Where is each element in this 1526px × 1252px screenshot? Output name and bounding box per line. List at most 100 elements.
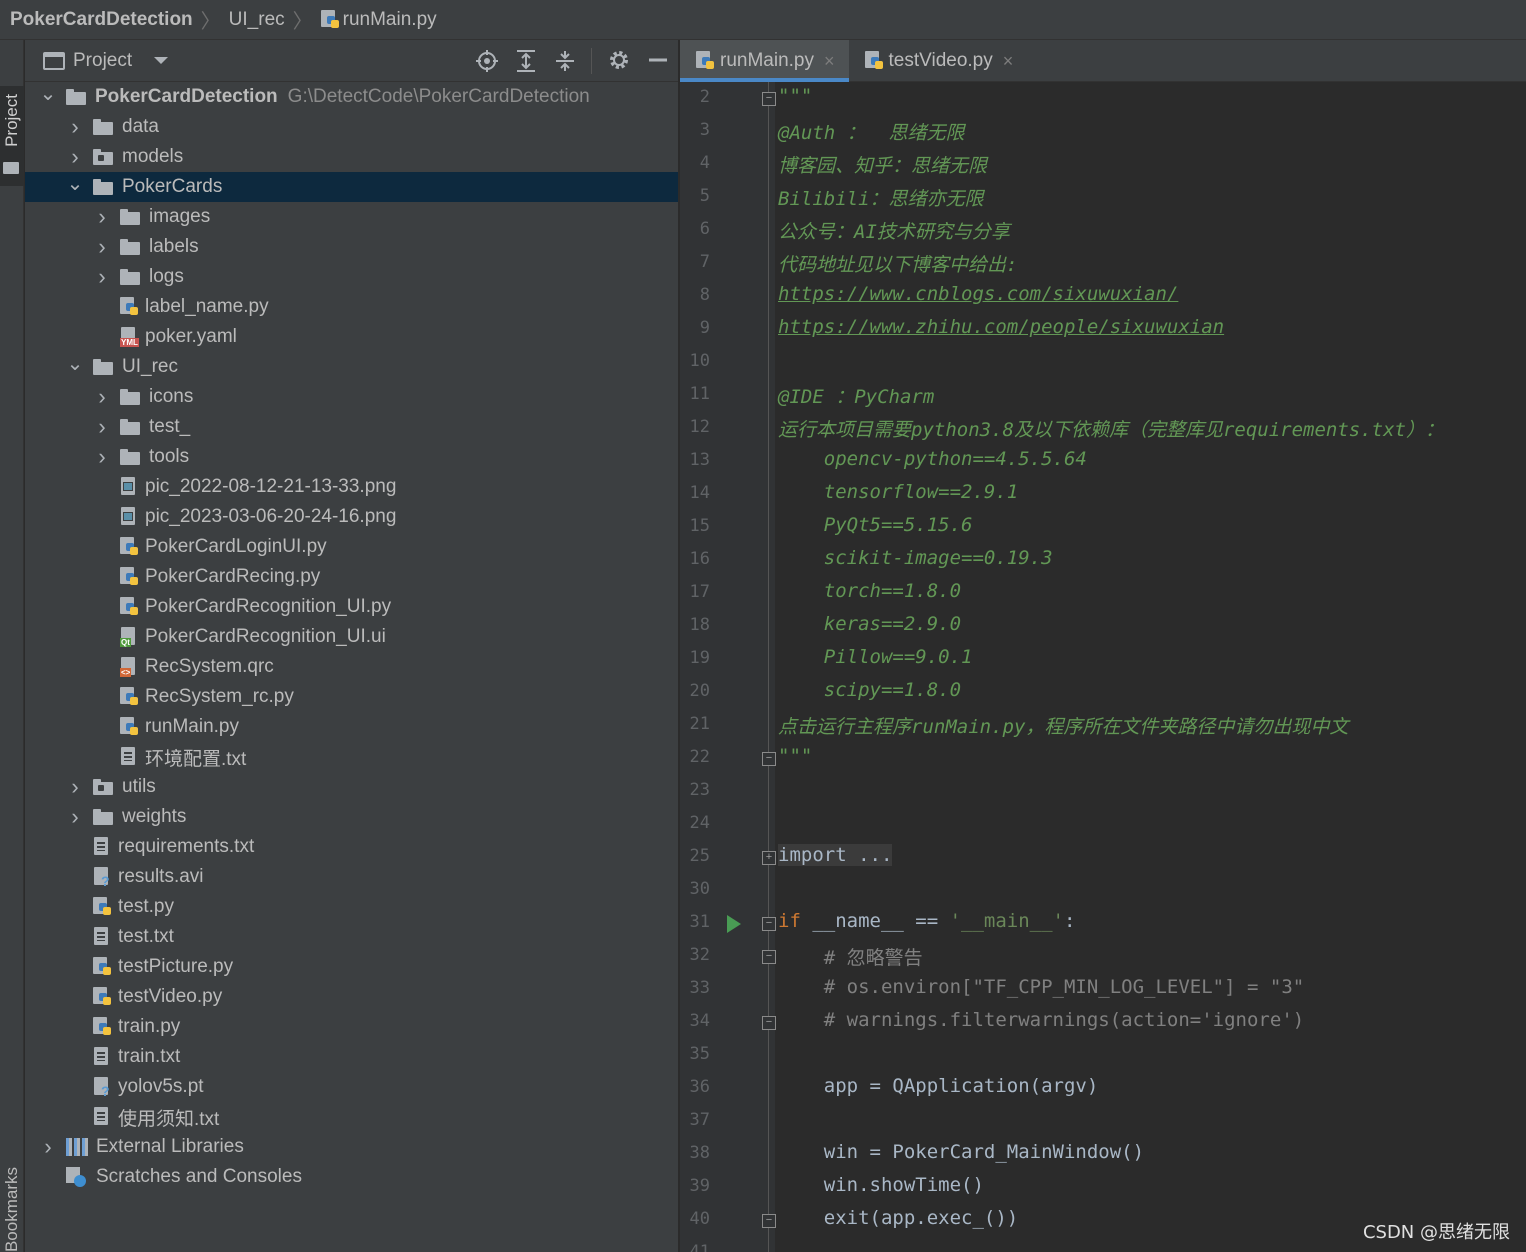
code-text: # os.environ["TF_CPP_MIN_LOG_LEVEL"] = "… bbox=[778, 976, 1304, 998]
chevron-right-icon[interactable]: › bbox=[94, 204, 110, 229]
fold-expand-icon[interactable]: + bbox=[762, 851, 776, 865]
tree-item-label: UI_rec bbox=[122, 356, 178, 377]
tree-row[interactable]: ›train.py bbox=[25, 1012, 678, 1042]
code-line: 15 PyQt5==5.15.6 bbox=[680, 511, 1526, 544]
breadcrumb-file[interactable]: runMain.py bbox=[320, 8, 437, 31]
project-tool-button[interactable]: Project bbox=[0, 86, 24, 186]
chevron-right-icon[interactable]: › bbox=[94, 234, 110, 259]
code-editor[interactable]: 2− """ 3 @Auth ： 思绪无限 4 博客园、知乎：思绪无限 5 Bilibili：… bbox=[680, 82, 1526, 1252]
tree-row[interactable]: › data bbox=[25, 112, 678, 142]
code-line: 19 Pillow==9.0.1 bbox=[680, 643, 1526, 676]
chevron-down-icon[interactable]: ⌄ bbox=[67, 173, 84, 195]
tree-row[interactable]: ›PokerCardRecognition_UI.py bbox=[25, 592, 678, 622]
tree-row[interactable]: ›test.txt bbox=[25, 922, 678, 952]
editor-tab[interactable]: runMain.py × bbox=[680, 40, 849, 82]
tree-row[interactable]: ›train.txt bbox=[25, 1042, 678, 1072]
qt-ui-file-icon: Qt bbox=[120, 627, 136, 647]
tree-row[interactable]: › images bbox=[25, 202, 678, 232]
close-icon[interactable]: × bbox=[1003, 51, 1014, 72]
project-view-selector[interactable]: Project bbox=[73, 50, 132, 72]
fold-collapse-icon[interactable]: − bbox=[762, 1016, 776, 1030]
tree-row[interactable]: ›PokerCardLoginUI.py bbox=[25, 532, 678, 562]
tree-row[interactable]: › labels bbox=[25, 232, 678, 262]
expand-all-icon[interactable] bbox=[513, 49, 538, 74]
tree-row[interactable]: ›QtPokerCardRecognition_UI.ui bbox=[25, 622, 678, 652]
tree-row[interactable]: › External Libraries bbox=[25, 1132, 678, 1162]
tree-row[interactable]: › logs bbox=[25, 262, 678, 292]
line-number: 10 bbox=[689, 351, 710, 371]
tree-row[interactable]: ›testVideo.py bbox=[25, 982, 678, 1012]
fold-collapse-icon[interactable]: − bbox=[762, 752, 776, 766]
tree-row[interactable]: ›pic_2022-08-12-21-13-33.png bbox=[25, 472, 678, 502]
tree-row[interactable]: ⌄ PokerCardDetection G:\DetectCode\PokerCa… bbox=[25, 82, 678, 112]
folder-icon bbox=[120, 389, 140, 405]
tree-row[interactable]: ›runMain.py bbox=[25, 712, 678, 742]
breadcrumb-project[interactable]: PokerCardDetection bbox=[10, 9, 193, 31]
tree-row[interactable]: › weights bbox=[25, 802, 678, 832]
chevron-right-icon[interactable]: › bbox=[67, 144, 83, 169]
tree-row[interactable]: ›pic_2023-03-06-20-24-16.png bbox=[25, 502, 678, 532]
line-number: 8 bbox=[699, 285, 710, 305]
tree-row[interactable]: › test_ bbox=[25, 412, 678, 442]
chevron-right-icon[interactable]: › bbox=[40, 1134, 56, 1159]
bookmarks-tool-button[interactable]: Bookmarks bbox=[2, 1167, 22, 1252]
tree-row[interactable]: ›RecSystem_rc.py bbox=[25, 682, 678, 712]
code-line: 21 点击运行主程序runMain.py，程序所在文件夹路径中请勿出现中文 bbox=[680, 709, 1526, 742]
tree-row[interactable]: ›testPicture.py bbox=[25, 952, 678, 982]
code-token: exit(app.exec_()) bbox=[778, 1207, 1019, 1229]
tree-row[interactable]: ›?results.avi bbox=[25, 862, 678, 892]
tree-row[interactable]: ›requirements.txt bbox=[25, 832, 678, 862]
tree-row[interactable]: ›环境配置.txt bbox=[25, 742, 678, 772]
tree-row[interactable]: › utils bbox=[25, 772, 678, 802]
tree-item-label: weights bbox=[122, 806, 187, 827]
chevron-right-icon[interactable]: › bbox=[94, 414, 110, 439]
line-number: 25 bbox=[689, 846, 710, 866]
code-token: app = QApplication(argv) bbox=[778, 1075, 1099, 1097]
chevron-right-icon[interactable]: › bbox=[67, 804, 83, 829]
minimize-icon[interactable] bbox=[645, 49, 670, 74]
gear-icon[interactable] bbox=[606, 49, 631, 74]
tree-row[interactable]: ›Scratches and Consoles bbox=[25, 1162, 678, 1192]
tree-row[interactable]: ⌄ UI_rec bbox=[25, 352, 678, 382]
chevron-down-icon[interactable]: ⌄ bbox=[40, 83, 57, 105]
chevron-right-icon[interactable]: › bbox=[94, 444, 110, 469]
tree-row[interactable]: ›test.py bbox=[25, 892, 678, 922]
scratches-icon bbox=[66, 1167, 88, 1187]
fold-collapse-icon[interactable]: − bbox=[762, 917, 776, 931]
text-file-icon bbox=[93, 1107, 109, 1127]
breadcrumb-folder[interactable]: UI_rec bbox=[229, 9, 285, 31]
tree-row[interactable]: ›<>RecSystem.qrc bbox=[25, 652, 678, 682]
tree-row[interactable]: ›PokerCardRecing.py bbox=[25, 562, 678, 592]
fold-collapse-icon[interactable]: − bbox=[762, 950, 776, 964]
close-icon[interactable]: × bbox=[824, 51, 835, 72]
chevron-right-icon[interactable]: › bbox=[67, 114, 83, 139]
tree-row[interactable]: ›YMLpoker.yaml bbox=[25, 322, 678, 352]
tree-row[interactable]: ⌄ PokerCards bbox=[25, 172, 678, 202]
tree-row[interactable]: ›使用须知.txt bbox=[25, 1102, 678, 1132]
breadcrumb-file-label: runMain.py bbox=[342, 8, 437, 30]
code-text: """ bbox=[778, 85, 812, 107]
chevron-right-icon[interactable]: › bbox=[94, 264, 110, 289]
run-icon[interactable] bbox=[727, 915, 741, 933]
code-line: 22 − """ bbox=[680, 742, 1526, 775]
tree-row[interactable]: ›label_name.py bbox=[25, 292, 678, 322]
chevron-down-icon[interactable] bbox=[154, 57, 169, 64]
tree-row[interactable]: › icons bbox=[25, 382, 678, 412]
tree-row[interactable]: ›?yolov5s.pt bbox=[25, 1072, 678, 1102]
fold-collapse-icon[interactable]: − bbox=[762, 1214, 776, 1228]
folder-icon bbox=[120, 449, 140, 465]
python-file-icon bbox=[93, 897, 111, 917]
folder-icon bbox=[120, 239, 140, 255]
collapse-all-icon[interactable] bbox=[552, 49, 577, 74]
editor-tab[interactable]: testVideo.py × bbox=[849, 40, 1028, 82]
chevron-right-icon[interactable]: › bbox=[94, 384, 110, 409]
locate-icon[interactable] bbox=[474, 49, 499, 74]
tree-item-label: train.py bbox=[118, 1016, 181, 1037]
tree-item-label: yolov5s.pt bbox=[118, 1076, 204, 1097]
tree-row[interactable]: › models bbox=[25, 142, 678, 172]
tree-row[interactable]: › tools bbox=[25, 442, 678, 472]
chevron-down-icon[interactable]: ⌄ bbox=[67, 353, 84, 375]
chevron-right-icon[interactable]: › bbox=[67, 774, 83, 799]
tree-item-label: PokerCardRecognition_UI.ui bbox=[145, 626, 386, 647]
fold-collapse-icon[interactable]: − bbox=[762, 92, 776, 106]
